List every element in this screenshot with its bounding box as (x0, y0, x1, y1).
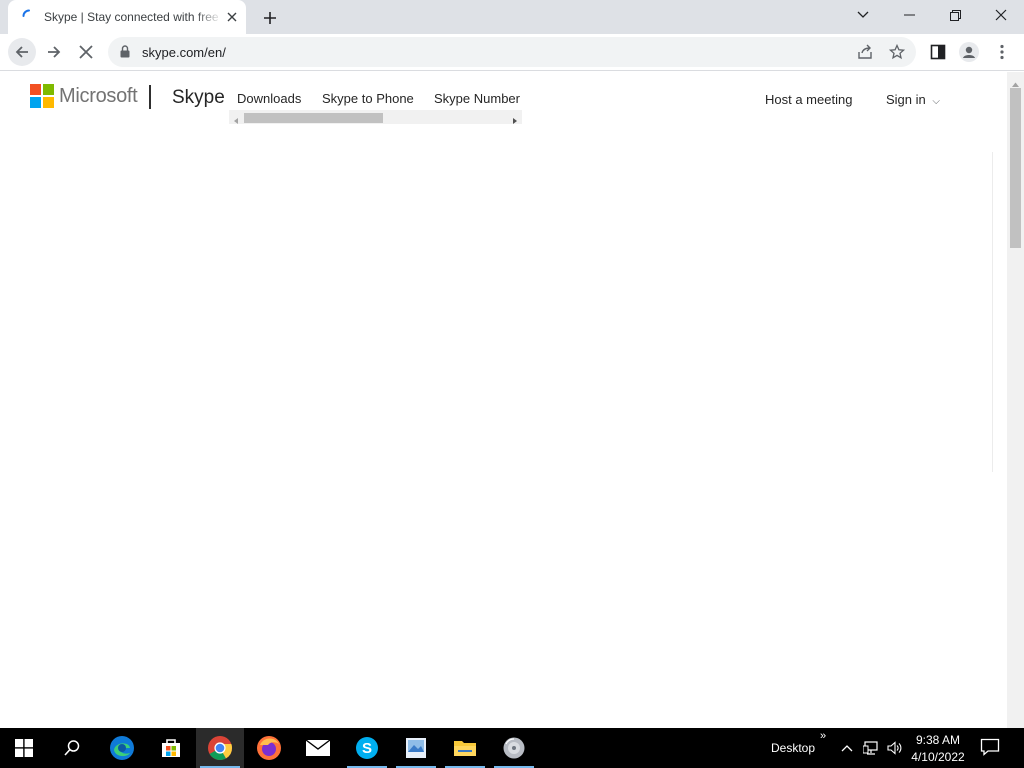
taskbar-store[interactable] (147, 728, 195, 768)
minimize-button[interactable] (886, 0, 932, 30)
tab-search-chevron-icon[interactable] (840, 0, 886, 30)
photo-viewer-icon (406, 738, 426, 758)
ms-logo-square (30, 84, 41, 95)
network-icon[interactable] (862, 739, 880, 757)
chevron-down-icon: ⌵ (932, 96, 940, 107)
url-text[interactable]: skype.com/en/ (142, 45, 226, 60)
skype-icon: S (356, 737, 378, 759)
clock-date: 4/10/2022 (911, 750, 965, 764)
taskbar-skype[interactable]: S (343, 728, 391, 768)
ms-logo-square (43, 84, 54, 95)
disc-icon (503, 737, 525, 759)
taskbar-chrome[interactable] (196, 728, 244, 768)
svg-text:S: S (362, 740, 372, 757)
address-bar[interactable]: skype.com/en/ (108, 37, 916, 67)
tab-title: Skype | Stay connected with free video c… (44, 10, 222, 24)
taskbar-file-explorer[interactable] (441, 728, 489, 768)
taskbar-edge[interactable] (98, 728, 146, 768)
bookmark-star-icon[interactable] (888, 43, 906, 61)
sign-in-link[interactable]: Sign in ⌵ (886, 92, 940, 107)
scroll-left-arrow-icon[interactable] (231, 113, 241, 124)
nav-horizontal-scrollbar[interactable] (229, 110, 522, 124)
profile-avatar-icon[interactable] (959, 42, 979, 62)
sign-in-label: Sign in (886, 92, 926, 107)
ms-logo-square (30, 97, 41, 108)
loading-spinner-icon (22, 9, 36, 23)
double-chevron-icon[interactable]: » (820, 730, 826, 742)
edge-icon (110, 736, 134, 760)
microsoft-logo-icon[interactable] (30, 84, 54, 108)
lock-icon[interactable] (120, 45, 130, 63)
taskbar-firefox[interactable] (245, 728, 293, 768)
windows-taskbar: S Desktop » 9:38 AM 4/10/2022 (0, 728, 1024, 768)
taskbar-disc-app[interactable] (490, 728, 538, 768)
more-menu-icon[interactable] (992, 42, 1012, 62)
tab-close-icon[interactable] (224, 9, 240, 25)
page-viewport: Microsoft Skype Downloads Skype to Phone… (0, 72, 1024, 728)
chrome-icon (208, 736, 233, 761)
side-panel-icon[interactable] (928, 42, 948, 62)
share-icon[interactable] (856, 43, 874, 61)
notifications-icon[interactable] (980, 738, 1002, 758)
nav-downloads[interactable]: Downloads (237, 91, 301, 106)
back-button[interactable] (8, 38, 36, 66)
desktop-toolbar-label[interactable]: Desktop (771, 741, 815, 755)
new-tab-button[interactable] (258, 6, 282, 30)
ms-logo-square (43, 97, 54, 108)
tab-strip: Skype | Stay connected with free video c… (0, 0, 1024, 34)
skype-wordmark[interactable]: Skype (172, 87, 225, 109)
mail-icon (305, 739, 331, 756)
show-hidden-icons-icon[interactable] (838, 739, 856, 757)
clock-time: 9:38 AM (915, 733, 961, 747)
taskbar-mail[interactable] (294, 728, 342, 768)
taskbar-photo-viewer[interactable] (392, 728, 440, 768)
taskbar-search-button[interactable] (48, 728, 96, 768)
start-icon (15, 739, 33, 757)
close-window-button[interactable] (978, 0, 1024, 30)
host-meeting-link[interactable]: Host a meeting (765, 92, 852, 107)
volume-icon[interactable] (886, 739, 904, 757)
microsoft-wordmark[interactable]: Microsoft (59, 85, 138, 108)
browser-toolbar: skype.com/en/ (0, 34, 1024, 71)
scrollbar-thumb[interactable] (244, 113, 383, 123)
start-button[interactable] (0, 728, 48, 768)
scroll-right-arrow-icon[interactable] (510, 113, 520, 124)
system-clock[interactable]: 9:38 AM 4/10/2022 (906, 732, 970, 766)
store-icon (162, 739, 180, 757)
firefox-icon (257, 736, 281, 760)
page-vertical-scrollbar[interactable] (1007, 72, 1024, 728)
search-icon (64, 740, 80, 756)
nav-skype-number[interactable]: Skype Number (434, 91, 520, 106)
browser-tab[interactable]: Skype | Stay connected with free video c… (8, 0, 246, 34)
restore-button[interactable] (932, 0, 978, 30)
nav-skype-to-phone[interactable]: Skype to Phone (322, 91, 414, 106)
scrollbar-thumb[interactable] (1010, 88, 1021, 248)
file-explorer-icon (454, 741, 476, 756)
brand-divider (149, 85, 151, 109)
content-edge-line (992, 152, 993, 472)
stop-loading-button[interactable] (72, 38, 100, 66)
forward-button[interactable] (40, 38, 68, 66)
